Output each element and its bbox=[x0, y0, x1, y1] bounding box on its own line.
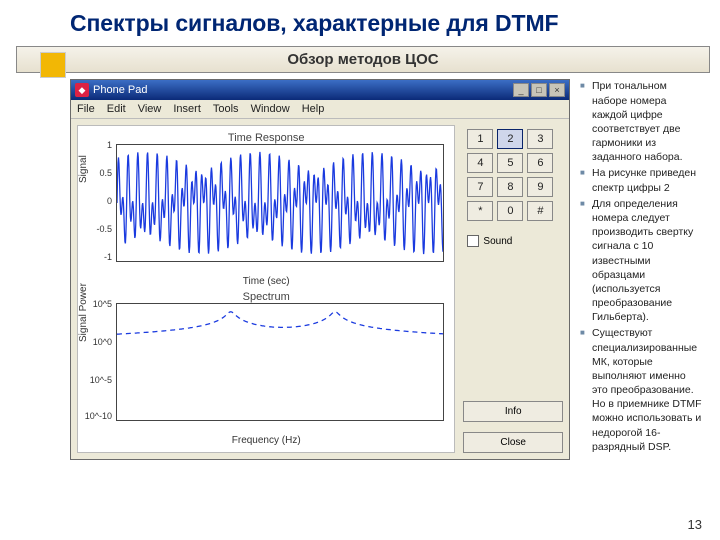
menu-help[interactable]: Help bbox=[302, 103, 325, 115]
key-9[interactable]: 9 bbox=[527, 177, 553, 197]
window-buttons: _ □ × bbox=[513, 83, 565, 97]
ytick: 10^0 bbox=[84, 337, 112, 347]
menu-insert[interactable]: Insert bbox=[173, 103, 201, 115]
key-0[interactable]: 0 bbox=[497, 201, 523, 221]
menu-tools[interactable]: Tools bbox=[213, 103, 239, 115]
sound-label: Sound bbox=[483, 236, 512, 247]
sound-checkbox[interactable] bbox=[467, 235, 479, 247]
key-2[interactable]: 2 bbox=[497, 129, 523, 149]
key-4[interactable]: 4 bbox=[467, 153, 493, 173]
page-title: Спектры сигналов, характерные для DTMF bbox=[70, 10, 702, 36]
spectrum-curve bbox=[117, 304, 443, 420]
info-button[interactable]: Info bbox=[463, 401, 563, 422]
time-wave bbox=[117, 145, 443, 261]
app-title: Phone Pad bbox=[93, 84, 147, 96]
minimize-button[interactable]: _ bbox=[513, 83, 529, 97]
time-plot-title: Time Response bbox=[82, 132, 450, 144]
sound-row: Sound bbox=[463, 231, 563, 251]
note-item: Для определения номера следует производи… bbox=[592, 197, 702, 325]
ytick: 10^5 bbox=[84, 299, 112, 309]
note-item: Существуют специализированные МК, которы… bbox=[592, 326, 702, 454]
notes: При тональном наборе номера каждой цифре… bbox=[580, 79, 702, 460]
menu-view[interactable]: View bbox=[138, 103, 162, 115]
accent-square bbox=[40, 52, 66, 78]
app-window: ◆ Phone Pad _ □ × File Edit View Insert … bbox=[70, 79, 570, 460]
key-8[interactable]: 8 bbox=[497, 177, 523, 197]
plot-area: Time Response Signal 1 0.5 0 -0.5 -1 bbox=[77, 125, 455, 453]
spectrum-plot-title: Spectrum bbox=[82, 291, 450, 303]
key-5[interactable]: 5 bbox=[497, 153, 523, 173]
maximize-button[interactable]: □ bbox=[531, 83, 547, 97]
menu-edit[interactable]: Edit bbox=[107, 103, 126, 115]
ytick: 0 bbox=[84, 196, 112, 206]
note-item: На рисунке приведен спектр цифры 2 bbox=[592, 166, 702, 194]
key-3[interactable]: 3 bbox=[527, 129, 553, 149]
keypad: 123 456 789 *0# bbox=[463, 125, 563, 225]
note-item: При тональном наборе номера каждой цифре… bbox=[592, 79, 702, 164]
ytick: 1 bbox=[84, 140, 112, 150]
ytick: 10^-10 bbox=[84, 411, 112, 421]
titlebar[interactable]: ◆ Phone Pad _ □ × bbox=[71, 80, 569, 100]
menubar: File Edit View Insert Tools Window Help bbox=[71, 100, 569, 119]
key-6[interactable]: 6 bbox=[527, 153, 553, 173]
ytick: 10^-5 bbox=[84, 375, 112, 385]
ytick: 0.5 bbox=[84, 168, 112, 178]
page-number: 13 bbox=[688, 517, 702, 532]
close-button[interactable]: Close bbox=[463, 432, 563, 453]
side-panel: 123 456 789 *0# Sound Info Close bbox=[463, 125, 563, 453]
key-7[interactable]: 7 bbox=[467, 177, 493, 197]
spectrum-plot: Spectrum Signal Power 10^5 10^0 10^-5 10… bbox=[82, 291, 450, 446]
subtitle-band: Обзор методов ЦОС bbox=[16, 46, 710, 73]
time-plot: Time Response Signal 1 0.5 0 -0.5 -1 bbox=[82, 132, 450, 287]
time-xlabel: Time (sec) bbox=[82, 276, 450, 287]
ytick: -0.5 bbox=[84, 224, 112, 234]
menu-file[interactable]: File bbox=[77, 103, 95, 115]
spec-ylabel: Signal Power bbox=[78, 284, 89, 343]
close-window-button[interactable]: × bbox=[549, 83, 565, 97]
ytick: -1 bbox=[84, 252, 112, 262]
menu-window[interactable]: Window bbox=[251, 103, 290, 115]
key-*[interactable]: * bbox=[467, 201, 493, 221]
key-#[interactable]: # bbox=[527, 201, 553, 221]
key-1[interactable]: 1 bbox=[467, 129, 493, 149]
spec-xlabel: Frequency (Hz) bbox=[82, 435, 450, 446]
app-icon: ◆ bbox=[75, 83, 89, 97]
